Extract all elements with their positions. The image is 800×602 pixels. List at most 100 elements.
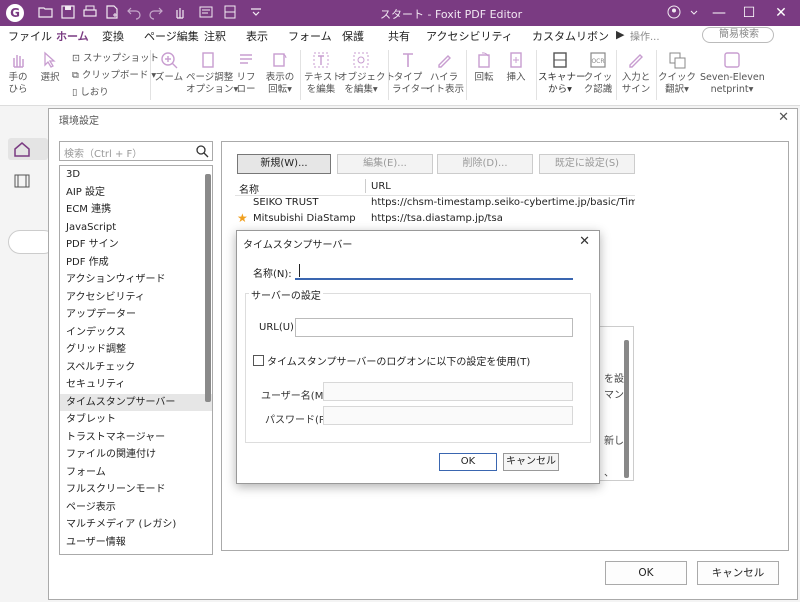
scanner-button[interactable]: スキャナー から▾ <box>538 50 586 96</box>
category-item[interactable]: セキュリティ <box>60 376 212 394</box>
select-text-icon[interactable] <box>198 4 216 22</box>
print-icon[interactable] <box>82 4 100 22</box>
url-input[interactable] <box>295 318 573 337</box>
rotate-view-button[interactable]: 表示の 回転▾ <box>262 50 298 96</box>
column-separator[interactable] <box>365 179 366 193</box>
hand-tool-icon[interactable] <box>172 4 190 22</box>
minimize-button[interactable]: — <box>706 3 732 23</box>
preferences-close-icon[interactable]: ✕ <box>778 110 789 125</box>
menu-file[interactable]: ファイル <box>8 28 52 44</box>
account-icon[interactable] <box>666 4 684 22</box>
category-item[interactable]: タブレット <box>60 411 212 429</box>
category-item[interactable]: JavaScript <box>60 219 212 237</box>
category-item[interactable]: タイムスタンプサーバー <box>60 393 212 411</box>
category-scrollbar[interactable] <box>205 168 211 554</box>
column-header-name[interactable]: 名称 <box>239 181 259 196</box>
column-header-url[interactable]: URL <box>371 181 391 192</box>
menu-form[interactable]: フォーム <box>288 28 332 44</box>
menu-share[interactable]: 共有 <box>388 28 410 44</box>
clipboard-button[interactable]: ⧉ クリップボード ▾ <box>72 67 156 81</box>
menu-view[interactable]: 表示 <box>246 28 268 44</box>
timestamp-dialog-close-icon[interactable]: ✕ <box>579 234 590 249</box>
film-nav-icon[interactable] <box>8 170 48 192</box>
category-item[interactable]: PDF 作成 <box>60 254 212 272</box>
edit-button[interactable]: 編集(E)... <box>337 154 433 174</box>
category-item[interactable]: アクションウィザード <box>60 271 212 289</box>
category-item[interactable]: AIP 設定 <box>60 184 212 202</box>
seven-eleven-netprint-button[interactable]: Seven-Eleven netprint▾ <box>700 50 765 96</box>
category-item[interactable]: インデックス <box>60 324 212 342</box>
category-item[interactable]: マルチメディア (レガシ) <box>60 516 212 534</box>
customize-dropdown-icon[interactable] <box>248 4 266 22</box>
bookmark-button[interactable]: ▯ しおり <box>72 84 109 98</box>
insert-button[interactable]: 挿入 <box>502 50 530 84</box>
redo-icon[interactable] <box>148 4 166 22</box>
close-window-button[interactable]: ✕ <box>768 3 794 23</box>
quick-search-input[interactable]: 簡易検索 <box>702 27 774 43</box>
hand-button[interactable]: 手の ひら <box>4 50 32 96</box>
category-item[interactable]: アクセシビリティ <box>60 289 212 307</box>
maximize-button[interactable]: ☐ <box>736 3 762 23</box>
help-scrollbar[interactable] <box>624 340 629 478</box>
password-input[interactable] <box>323 406 573 425</box>
use-logon-label[interactable]: タイムスタンプサーバーのログオンに以下の設定を使用(T) <box>267 353 530 368</box>
category-item[interactable]: トラストマネージャー <box>60 429 212 447</box>
preferences-ok-button[interactable]: OK <box>605 561 687 585</box>
new-document-icon[interactable] <box>104 4 122 22</box>
fill-sign-button[interactable]: 入力と サイン <box>618 50 654 96</box>
open-folder-icon[interactable] <box>38 4 56 22</box>
quick-translate-button[interactable]: クイック 翻訳▾ <box>658 50 696 96</box>
use-logon-checkbox[interactable] <box>253 355 264 366</box>
category-item[interactable]: ユーザー情報 <box>60 534 212 552</box>
category-item[interactable]: アップデーター <box>60 306 212 324</box>
timestamp-cancel-button[interactable]: キャンセル <box>503 453 559 471</box>
username-input[interactable] <box>323 382 573 401</box>
tell-me-search[interactable]: 操作... <box>630 28 660 43</box>
zoom-button[interactable]: ズーム <box>152 50 186 84</box>
quick-ocr-button[interactable]: OCR クイッ ク認識 <box>582 50 614 96</box>
category-item[interactable]: グリッド調整 <box>60 341 212 359</box>
edit-text-label: テキスト を編集 <box>304 72 342 95</box>
delete-button[interactable]: 削除(D)... <box>437 154 533 174</box>
reflow-button[interactable]: リフ ロー <box>232 50 260 96</box>
menu-comment[interactable]: 注釈 <box>204 28 226 44</box>
menu-accessibility[interactable]: アクセシビリティ <box>426 28 513 44</box>
category-item[interactable]: ファイルの関連付け <box>60 446 212 464</box>
category-item[interactable]: PDF サイン <box>60 236 212 254</box>
menu-page-edit[interactable]: ページ編集 <box>144 28 199 44</box>
select-button[interactable]: 選択 <box>36 50 64 84</box>
server-row-url[interactable]: https://chsm-timestamp.seiko-cybertime.j… <box>371 197 635 208</box>
menu-more-arrow-icon[interactable]: ▶ <box>616 28 624 41</box>
server-row-name[interactable]: Mitsubishi DiaStamp <box>253 213 356 224</box>
menu-convert[interactable]: 変換 <box>102 28 124 44</box>
new-button[interactable]: 新規(W)... <box>237 154 331 174</box>
set-default-button[interactable]: 既定に設定(S) <box>539 154 635 174</box>
server-row-url[interactable]: https://tsa.diastamp.jp/tsa <box>371 213 503 224</box>
edit-text-button[interactable]: テキスト を編集 <box>304 50 342 96</box>
rotate-button[interactable]: 回転 <box>470 50 498 84</box>
scan-icon[interactable] <box>222 4 240 22</box>
snapshot-button[interactable]: ⊡ スナップショット <box>72 50 159 64</box>
category-item[interactable]: ページ表示 <box>60 499 212 517</box>
account-dropdown-icon[interactable] <box>686 4 704 22</box>
page-fit-button[interactable]: ページ調整 オプション▾ <box>186 50 238 96</box>
category-item[interactable]: スペルチェック <box>60 359 212 377</box>
category-item[interactable]: フルスクリーンモード <box>60 481 212 499</box>
server-row-name[interactable]: SEIKO TRUST <box>253 197 319 208</box>
undo-icon[interactable] <box>126 4 144 22</box>
menu-protect[interactable]: 保護 <box>342 28 364 44</box>
highlight-button[interactable]: ハイラ イト表示 <box>426 50 464 96</box>
scrollbar-thumb[interactable] <box>205 174 211 402</box>
category-item[interactable]: 3D <box>60 166 212 184</box>
menu-custom-ribbon[interactable]: カスタムリボン <box>532 28 609 44</box>
home-nav-icon[interactable] <box>8 138 48 160</box>
preferences-search-input[interactable]: 検索（Ctrl + F） <box>59 141 213 161</box>
name-input[interactable] <box>295 261 573 280</box>
edit-object-button[interactable]: オブジェクト を編集▾ <box>338 50 395 96</box>
category-item[interactable]: フォーム <box>60 464 212 482</box>
timestamp-ok-button[interactable]: OK <box>439 453 497 471</box>
preferences-cancel-button[interactable]: キャンセル <box>697 561 779 585</box>
save-icon[interactable] <box>60 4 78 22</box>
category-item[interactable]: ECM 連携 <box>60 201 212 219</box>
typewriter-button[interactable]: タイプ ライター <box>392 50 430 96</box>
